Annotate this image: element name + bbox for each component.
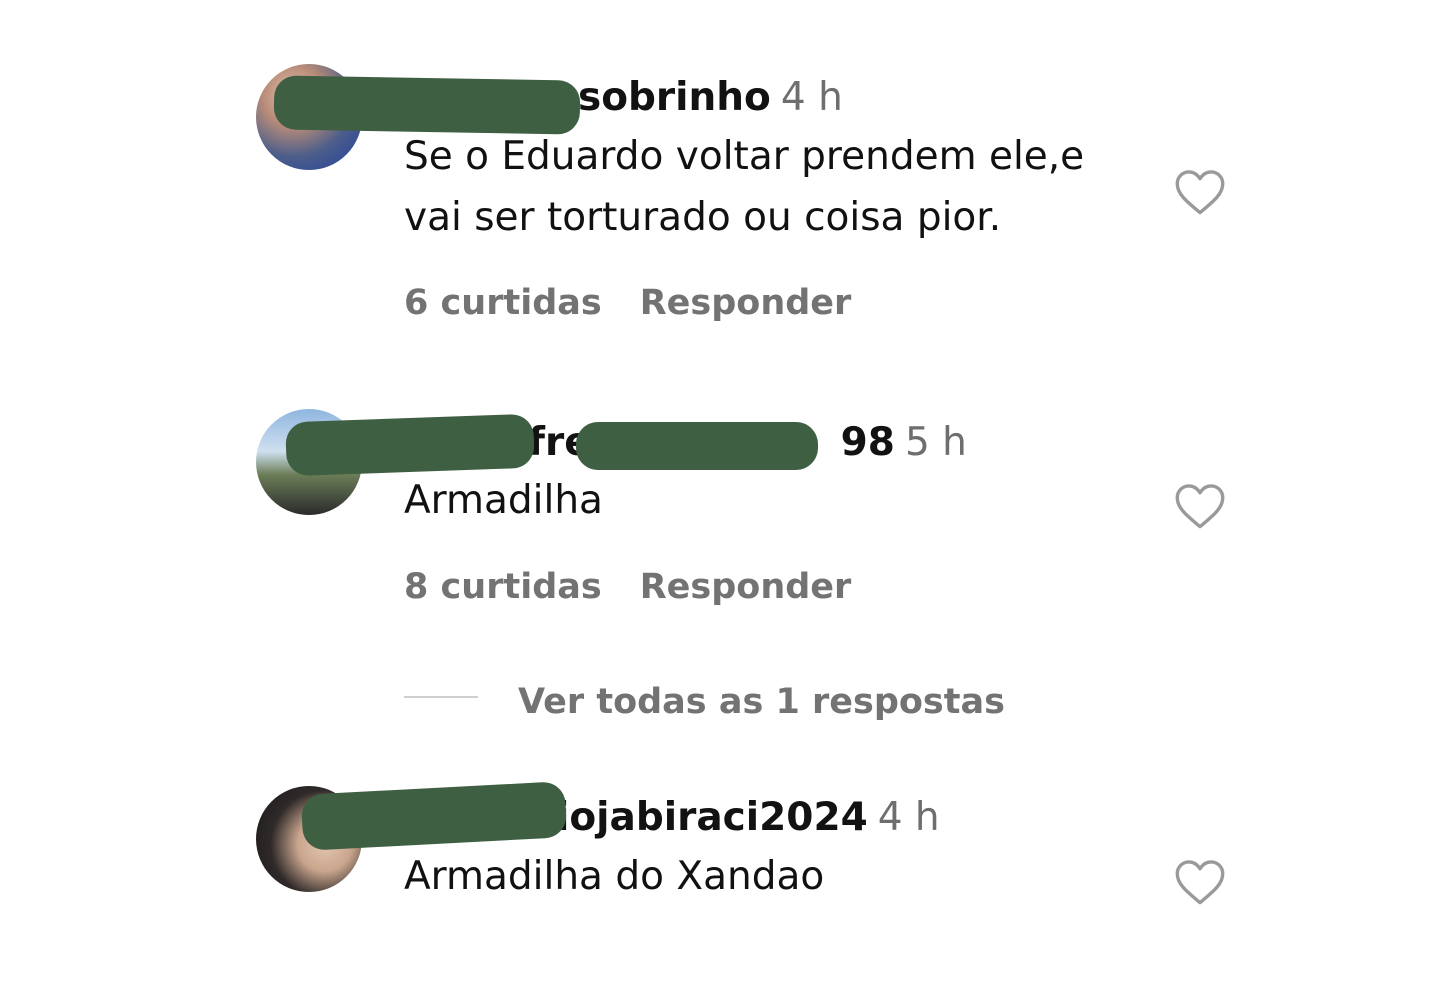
heart-outline-icon[interactable] bbox=[1172, 166, 1228, 216]
comment-text: Armadilha do Xandao bbox=[404, 854, 825, 899]
comment-timestamp: 4 h bbox=[877, 795, 940, 840]
comment-text: Se o Eduardo voltar prendem ele,e vai se… bbox=[404, 134, 1085, 240]
view-replies-label: Ver todas as 1 respostas bbox=[518, 682, 1005, 722]
heart-outline-icon[interactable] bbox=[1172, 856, 1228, 906]
comment-text: Armadilha bbox=[404, 478, 603, 523]
redaction-mark bbox=[285, 413, 535, 477]
redaction-mark bbox=[576, 422, 818, 470]
like-count[interactable]: 6 curtidas bbox=[404, 286, 602, 321]
comment-actions: 6 curtidas Responder bbox=[404, 286, 889, 321]
reply-button[interactable]: Responder bbox=[640, 570, 852, 605]
replies-divider bbox=[404, 696, 478, 698]
comment-timestamp: 5 h bbox=[904, 420, 967, 465]
heart-outline-icon[interactable] bbox=[1172, 480, 1228, 530]
like-count[interactable]: 8 curtidas bbox=[404, 570, 602, 605]
comment-timestamp: 4 h bbox=[780, 75, 843, 120]
comment-actions: 8 curtidas Responder bbox=[404, 570, 889, 605]
reply-button[interactable]: Responder bbox=[640, 286, 852, 321]
redaction-mark bbox=[300, 781, 568, 851]
